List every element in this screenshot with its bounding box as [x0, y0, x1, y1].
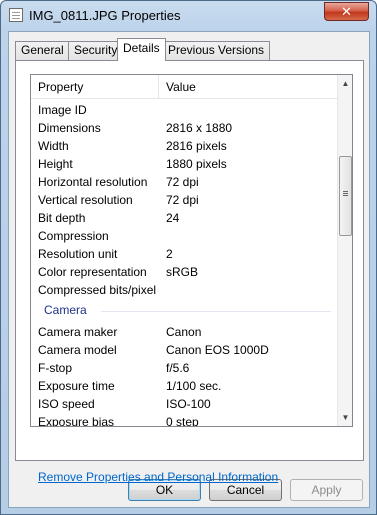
property-value: ISO-100	[166, 397, 211, 411]
tab-security[interactable]: Security	[68, 41, 124, 60]
list-item[interactable]: Horizontal resolution 72 dpi	[31, 173, 337, 191]
document-icon	[9, 8, 23, 22]
list-item[interactable]: Height 1880 pixels	[31, 155, 337, 173]
list-item[interactable]: Camera maker Canon	[31, 323, 337, 341]
value-column-header[interactable]: Value	[166, 80, 196, 94]
property-name: Exposure bias	[38, 415, 115, 427]
list-item[interactable]: F-stop f/5.6	[31, 359, 337, 377]
property-name: Exposure time	[38, 379, 115, 393]
property-name: ISO speed	[38, 397, 95, 411]
property-value: 2816 x 1880	[166, 121, 233, 135]
property-name: Image ID	[38, 103, 87, 117]
property-value: sRGB	[166, 265, 199, 279]
property-value: 72 dpi	[166, 193, 199, 207]
tab-details[interactable]: Details	[117, 38, 166, 61]
scroll-up-arrow-icon[interactable]: ▲	[338, 75, 352, 92]
property-name: F-stop	[38, 361, 73, 375]
property-name: Resolution unit	[38, 247, 118, 261]
group-header-label: Camera	[44, 303, 87, 317]
dialog-client-area: General Security Details Previous Versio…	[8, 31, 370, 508]
property-name: Camera model	[38, 343, 117, 357]
property-value: Canon	[166, 325, 202, 339]
property-column-header[interactable]: Property	[38, 80, 83, 94]
title-bar[interactable]: IMG_0811.JPG Properties ✕	[1, 1, 376, 31]
list-item[interactable]: Color representation sRGB	[31, 263, 337, 281]
scroll-down-arrow-icon[interactable]: ▼	[338, 409, 352, 426]
list-item[interactable]: Compressed bits/pixel	[31, 281, 337, 299]
vertical-scrollbar[interactable]: ▲ ▼	[337, 75, 352, 426]
list-item[interactable]: Vertical resolution 72 dpi	[31, 191, 337, 209]
list-item[interactable]: Camera model Canon EOS 1000D	[31, 341, 337, 359]
list-item[interactable]: Width 2816 pixels	[31, 137, 337, 155]
details-property-list[interactable]: Property Value Image ID Dimensions 2816 …	[30, 74, 353, 427]
property-value: 0 step	[166, 415, 199, 427]
property-value: 2	[166, 247, 173, 261]
apply-button[interactable]: Apply	[290, 479, 363, 501]
property-name: Compressed bits/pixel	[38, 283, 157, 297]
scroll-thumb[interactable]	[339, 156, 352, 236]
property-value: 1/100 sec.	[166, 379, 222, 393]
list-item[interactable]: Exposure bias 0 step	[31, 413, 337, 427]
group-header-camera: Camera	[31, 300, 337, 322]
property-value: 24	[166, 211, 180, 225]
column-header: Property Value	[31, 75, 337, 99]
tab-general[interactable]: General	[15, 41, 70, 60]
property-name: Compression	[38, 229, 109, 243]
property-name: Dimensions	[38, 121, 101, 135]
close-button[interactable]: ✕	[324, 2, 369, 21]
property-value: 1880 pixels	[166, 157, 227, 171]
column-separator[interactable]	[158, 75, 159, 99]
list-item[interactable]: Dimensions 2816 x 1880	[31, 119, 337, 137]
property-name: Height	[38, 157, 73, 171]
property-value: f/5.6	[166, 361, 190, 375]
list-item[interactable]: ISO speed ISO-100	[31, 395, 337, 413]
property-name: Horizontal resolution	[38, 175, 148, 189]
property-name: Width	[38, 139, 69, 153]
property-value: 2816 pixels	[166, 139, 227, 153]
list-item[interactable]: Bit depth 24	[31, 209, 337, 227]
tab-previous-versions[interactable]: Previous Versions	[162, 41, 271, 60]
property-name: Bit depth	[38, 211, 86, 225]
list-item[interactable]: Image ID	[31, 101, 337, 119]
remove-properties-link[interactable]: Remove Properties and Personal Informati…	[38, 470, 278, 484]
list-item[interactable]: Resolution unit 2	[31, 245, 337, 263]
details-tab-panel: Property Value Image ID Dimensions 2816 …	[15, 60, 364, 484]
property-value: Canon EOS 1000D	[166, 343, 269, 357]
property-name: Color representation	[38, 265, 147, 279]
property-value: 72 dpi	[166, 175, 199, 189]
grip-icon	[343, 191, 348, 192]
list-item[interactable]: Compression	[31, 227, 337, 245]
property-name: Camera maker	[38, 325, 118, 339]
close-icon: ✕	[341, 4, 352, 19]
properties-dialog: IMG_0811.JPG Properties ✕ General Securi…	[0, 0, 377, 515]
group-divider	[101, 311, 331, 312]
window-title: IMG_0811.JPG Properties	[29, 8, 181, 23]
property-name: Vertical resolution	[38, 193, 133, 207]
list-item[interactable]: Exposure time 1/100 sec.	[31, 377, 337, 395]
